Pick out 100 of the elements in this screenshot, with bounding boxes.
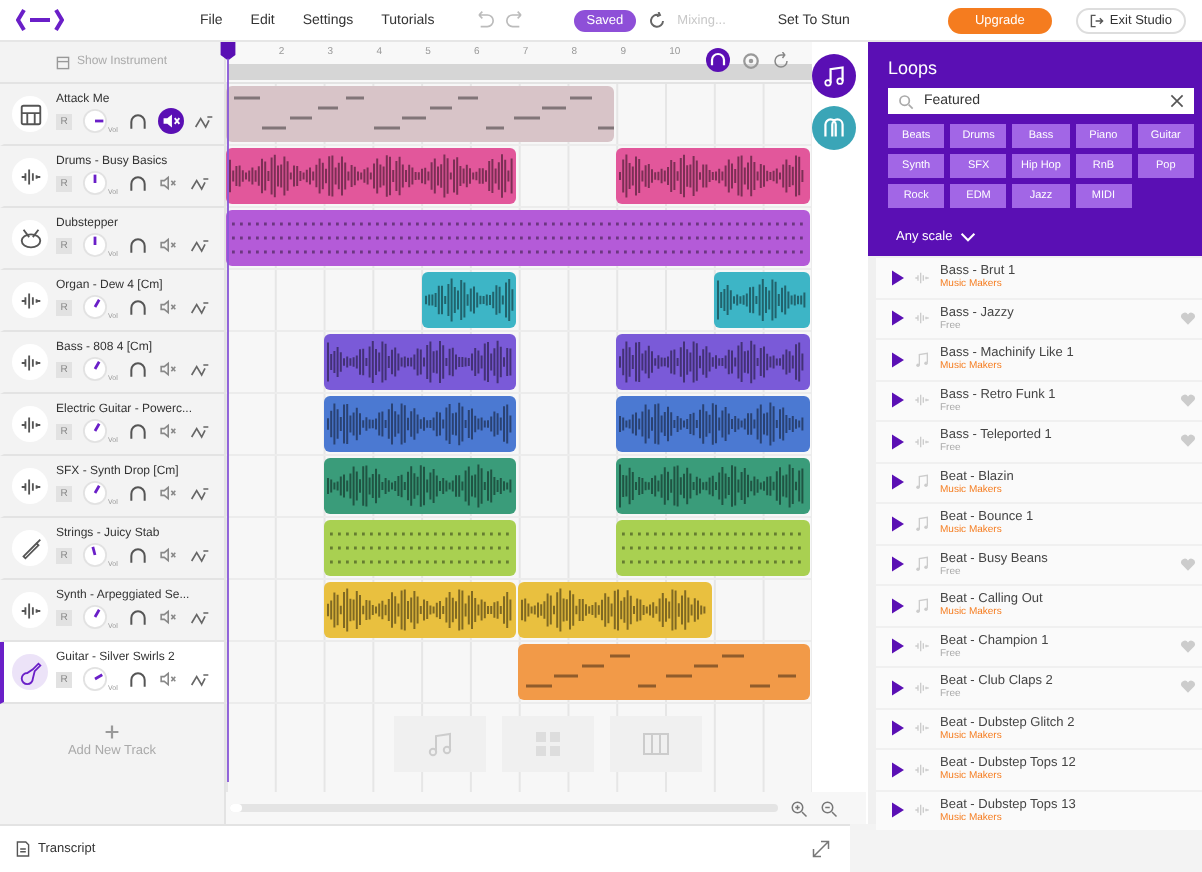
automation-icon[interactable] (189, 235, 210, 255)
automation-icon[interactable] (189, 359, 210, 379)
logo-icon[interactable] (16, 8, 64, 32)
music-note-icon (822, 64, 846, 88)
clip[interactable] (323, 520, 517, 576)
clip[interactable] (518, 582, 712, 638)
clip[interactable] (616, 520, 810, 576)
volume-knob[interactable] (82, 604, 108, 630)
speaker-icon[interactable] (157, 358, 180, 380)
play-icon[interactable] (892, 679, 904, 696)
play-icon[interactable] (892, 310, 904, 327)
clip[interactable] (616, 148, 810, 204)
speaker-icon[interactable] (157, 296, 180, 318)
volume-knob[interactable] (82, 356, 108, 382)
play-icon[interactable] (892, 802, 904, 819)
loops-button[interactable] (812, 54, 856, 98)
automation-icon[interactable] (189, 545, 210, 565)
clip[interactable] (518, 644, 810, 700)
music-note-icon (914, 351, 930, 368)
play-icon[interactable] (892, 392, 904, 409)
headphones-icon[interactable] (127, 483, 148, 503)
clip[interactable] (226, 86, 615, 142)
waveform-icon[interactable] (12, 282, 48, 318)
automation-icon[interactable] (193, 111, 214, 131)
speaker-icon[interactable] (157, 482, 180, 504)
automation-icon[interactable] (189, 421, 210, 441)
play-icon[interactable] (892, 761, 904, 778)
volume-knob[interactable] (82, 108, 108, 134)
volume-knob[interactable] (82, 232, 108, 258)
clip[interactable] (323, 582, 517, 638)
settings-icon[interactable] (742, 51, 760, 69)
playhead[interactable] (218, 42, 238, 782)
guitar-icon[interactable] (12, 654, 48, 690)
waveform-icon[interactable] (12, 406, 48, 442)
sync-icon[interactable] (647, 11, 666, 29)
play-icon[interactable] (892, 638, 904, 655)
automation-icon[interactable] (189, 297, 210, 317)
headphones-icon[interactable] (127, 173, 148, 193)
headphones-icon[interactable] (127, 421, 148, 441)
drum-icon[interactable] (12, 220, 48, 256)
volume-knob[interactable] (82, 294, 108, 320)
speaker-icon[interactable] (157, 420, 180, 442)
headphones-icon[interactable] (127, 359, 148, 379)
music-note-icon (914, 597, 930, 614)
headphones-icon[interactable] (127, 111, 148, 131)
loop-icon[interactable] (772, 51, 790, 69)
mute-icon[interactable] (157, 108, 184, 134)
pencil-icon[interactable] (12, 530, 48, 566)
play-icon[interactable] (892, 515, 904, 532)
music-note-tile[interactable] (394, 716, 486, 772)
headphones-icon[interactable] (127, 607, 148, 627)
zoom-out-icon[interactable] (820, 799, 838, 817)
play-icon[interactable] (892, 433, 904, 450)
zoom-in-icon[interactable] (790, 799, 808, 817)
headphones-icon[interactable] (706, 48, 730, 72)
play-icon[interactable] (892, 474, 904, 491)
clip[interactable] (226, 210, 810, 266)
waveform-icon[interactable] (12, 592, 48, 628)
clip[interactable] (421, 272, 517, 328)
document-icon (16, 840, 30, 858)
automation-icon[interactable] (189, 483, 210, 503)
clip[interactable] (323, 396, 517, 452)
automation-icon[interactable] (189, 669, 210, 689)
speaker-icon[interactable] (157, 606, 180, 628)
play-icon[interactable] (892, 269, 904, 286)
waveform-icon[interactable] (12, 344, 48, 380)
volume-knob[interactable] (82, 170, 108, 196)
headphones-icon[interactable] (127, 669, 148, 689)
clip[interactable] (226, 148, 517, 204)
waveform-icon[interactable] (12, 158, 48, 194)
play-icon[interactable] (892, 720, 904, 737)
waveform-icon[interactable] (12, 468, 48, 504)
clip[interactable] (616, 458, 810, 514)
clip[interactable] (714, 272, 810, 328)
headphones-icon[interactable] (127, 235, 148, 255)
volume-knob[interactable] (82, 418, 108, 444)
volume-knob[interactable] (82, 480, 108, 506)
piano-tile[interactable] (610, 716, 702, 772)
automation-icon[interactable] (189, 607, 210, 627)
play-icon[interactable] (892, 351, 904, 368)
play-icon[interactable] (892, 556, 904, 573)
speaker-icon[interactable] (157, 668, 180, 690)
drum-machine-icon[interactable] (12, 96, 48, 132)
close-icon[interactable] (1170, 94, 1184, 108)
headphones-icon[interactable] (127, 297, 148, 317)
clip[interactable] (616, 396, 810, 452)
clip[interactable] (616, 334, 810, 390)
speaker-icon[interactable] (157, 172, 180, 194)
clip[interactable] (323, 334, 517, 390)
play-icon[interactable] (892, 597, 904, 614)
waveform-icon (914, 392, 930, 409)
expand-icon[interactable] (812, 840, 830, 858)
clip[interactable] (323, 458, 517, 514)
automation-icon[interactable] (189, 173, 210, 193)
speaker-icon[interactable] (157, 234, 180, 256)
speaker-icon[interactable] (157, 544, 180, 566)
headphones-icon[interactable] (127, 545, 148, 565)
volume-knob[interactable] (82, 666, 108, 692)
volume-knob[interactable] (82, 542, 108, 568)
drum-pad-tile[interactable] (502, 716, 594, 772)
